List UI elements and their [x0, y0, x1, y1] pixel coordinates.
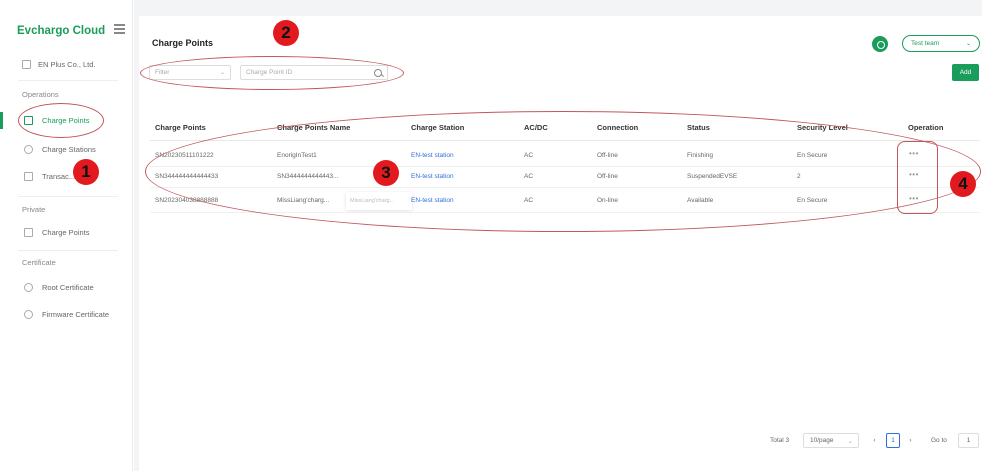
annotation-badge-1: 1 [73, 159, 99, 185]
team-label: Test team [911, 40, 940, 47]
app-logo[interactable]: Evchargo Cloud [17, 25, 105, 37]
firmware-icon [24, 309, 33, 319]
group-label-private: Private [22, 205, 46, 214]
annotation-badge-2: 2 [273, 20, 299, 46]
page-1-button[interactable]: 1 [886, 433, 900, 448]
annotation-ring-operations [897, 141, 938, 214]
sidebar-item-firmware-certificate[interactable]: Firmware Certificate [24, 306, 109, 322]
hamburger-menu-icon[interactable] [114, 24, 125, 34]
organization-selector[interactable]: EN Plus Co., Ltd. [22, 60, 96, 69]
sidebar-item-label: Charge Points [42, 227, 90, 237]
page-size-label: 10/page [810, 437, 834, 444]
column-header-charge-points: Charge Points [155, 123, 206, 132]
user-avatar[interactable] [872, 36, 888, 52]
annotation-ring-sidebar [18, 103, 104, 138]
pagination-total: Total 3 [770, 437, 790, 444]
divider [18, 80, 118, 81]
annotation-ring-filters [140, 56, 404, 90]
charger-icon [24, 227, 33, 237]
group-label-operations: Operations [22, 90, 59, 99]
chevron-down-icon: ⌄ [847, 437, 853, 445]
add-button[interactable]: Add [952, 64, 979, 81]
sidebar: Evchargo Cloud EN Plus Co., Ltd. Operati… [0, 0, 133, 471]
building-icon [22, 60, 31, 69]
station-icon [24, 144, 33, 154]
group-label-certificate: Certificate [22, 258, 56, 267]
annotation-badge-3: 3 [373, 160, 399, 186]
column-header-operation: Operation [908, 123, 944, 132]
page-title: Charge Points [152, 38, 214, 48]
annotation-ring-table [145, 111, 981, 232]
prev-page-button[interactable]: ‹ [868, 433, 881, 448]
team-select[interactable]: Test team ⌄ [902, 35, 980, 52]
organization-name: EN Plus Co., Ltd. [38, 60, 96, 69]
sidebar-item-label: Root Certificate [42, 282, 94, 292]
sidebar-item-label: Transac... [42, 171, 76, 181]
sidebar-item-root-certificate[interactable]: Root Certificate [24, 279, 94, 295]
chevron-down-icon: ⌄ [965, 41, 971, 47]
active-indicator [0, 112, 3, 129]
next-page-button[interactable]: › [904, 433, 917, 448]
goto-page-input[interactable]: 1 [958, 433, 979, 448]
transaction-icon [24, 171, 33, 181]
certificate-icon [24, 282, 33, 292]
goto-label: Go to [931, 437, 947, 444]
sidebar-item-transactions[interactable]: Transac... [24, 168, 75, 184]
divider [18, 250, 118, 251]
sidebar-item-charge-stations[interactable]: Charge Stations [24, 141, 96, 157]
divider [18, 196, 118, 197]
sidebar-item-label: Firmware Certificate [42, 309, 110, 319]
page-size-select[interactable]: 10/page ⌄ [803, 433, 859, 448]
sidebar-item-private-charge-points[interactable]: Charge Points [24, 224, 90, 240]
sidebar-item-label: Charge Stations [42, 144, 96, 154]
annotation-badge-4: 4 [950, 171, 976, 197]
